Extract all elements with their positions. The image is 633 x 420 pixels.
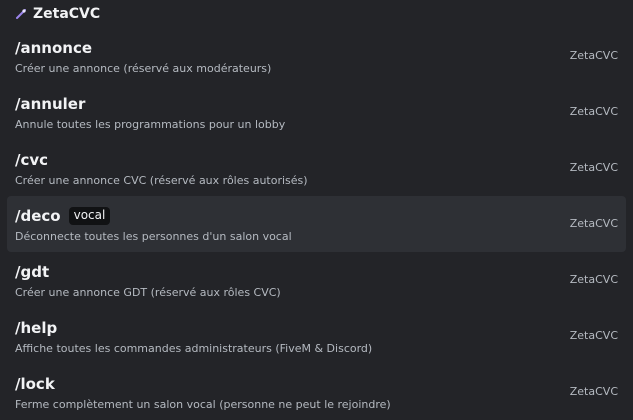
- command-description: Ferme complètement un salon vocal (perso…: [15, 398, 391, 411]
- app-name: ZetaCVC: [33, 6, 101, 22]
- command-source: ZetaCVC: [569, 273, 618, 286]
- command-item-gdt[interactable]: /gdt Créer une annonce GDT (réservé aux …: [7, 252, 626, 308]
- command-source: ZetaCVC: [569, 161, 618, 174]
- command-source: ZetaCVC: [569, 49, 618, 62]
- command-description: Annule toutes les programmations pour un…: [15, 118, 286, 131]
- command-source: ZetaCVC: [569, 217, 618, 230]
- command-item-help[interactable]: /help Affiche toutes les commandes admin…: [7, 308, 626, 364]
- command-description: Affiche toutes les commandes administrat…: [15, 342, 373, 355]
- command-name: /annuler: [15, 95, 86, 113]
- command-item-cvc[interactable]: /cvc Créer une annonce CVC (réservé aux …: [7, 140, 626, 196]
- command-item-lock[interactable]: /lock Ferme complètement un salon vocal …: [7, 364, 626, 420]
- command-name: /lock: [15, 375, 55, 393]
- bot-app-icon: [15, 8, 27, 20]
- command-source: ZetaCVC: [569, 329, 618, 342]
- command-option-badge[interactable]: vocal: [68, 207, 111, 225]
- command-description: Créer une annonce GDT (réservé aux rôles…: [15, 286, 281, 299]
- command-list: /annonce Créer une annonce (réservé aux …: [0, 28, 633, 420]
- command-item-annonce[interactable]: /annonce Créer une annonce (réservé aux …: [7, 28, 626, 84]
- command-description: Déconnecte toutes les personnes d'un sal…: [15, 230, 292, 243]
- command-source: ZetaCVC: [569, 105, 618, 118]
- command-item-annuler[interactable]: /annuler Annule toutes les programmation…: [7, 84, 626, 140]
- command-description: Créer une annonce CVC (réservé aux rôles…: [15, 174, 308, 187]
- command-name: /help: [15, 319, 58, 337]
- command-name: /annonce: [15, 39, 93, 57]
- command-name: /gdt: [15, 263, 50, 281]
- command-name: /deco: [15, 207, 61, 225]
- command-name: /cvc: [15, 151, 49, 169]
- command-item-deco[interactable]: /deco vocal Déconnecte toutes les person…: [7, 196, 626, 252]
- command-picker-header: ZetaCVC: [0, 0, 633, 28]
- command-source: ZetaCVC: [569, 385, 618, 398]
- command-description: Créer une annonce (réservé aux modérateu…: [15, 62, 272, 75]
